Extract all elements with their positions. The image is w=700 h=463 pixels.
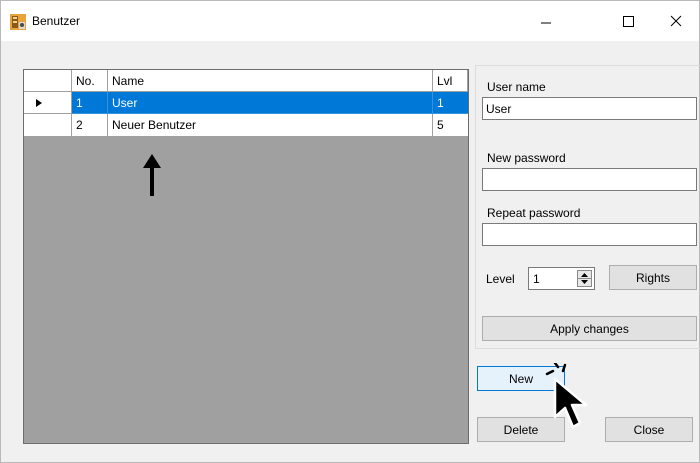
column-header-no[interactable]: No.	[72, 70, 108, 92]
repeat-password-label: Repeat password	[487, 206, 581, 220]
level-stepper[interactable]: 1	[528, 267, 595, 290]
rights-button[interactable]: Rights	[609, 265, 697, 290]
table-row[interactable]: 2 Neuer Benutzer 5	[24, 114, 468, 137]
row-indicator-icon	[36, 99, 42, 107]
maximize-icon	[623, 16, 634, 27]
row-header[interactable]	[24, 114, 72, 137]
close-button[interactable]: Close	[605, 417, 693, 442]
level-label: Level	[486, 272, 515, 286]
new-password-label: New password	[487, 151, 566, 165]
row-header[interactable]	[24, 92, 72, 114]
minimize-icon	[541, 22, 551, 24]
spin-arrows-icon	[578, 273, 591, 284]
new-password-input[interactable]	[482, 168, 697, 191]
grid-header-row: No. Name Lvl	[24, 70, 468, 92]
apply-changes-button[interactable]: Apply changes	[482, 316, 697, 341]
row-header-corner	[24, 70, 72, 92]
cell-lvl[interactable]: 5	[433, 114, 468, 137]
close-icon	[670, 15, 682, 27]
cell-lvl[interactable]: 1	[433, 92, 468, 114]
maximize-button[interactable]	[605, 1, 651, 41]
cell-name[interactable]: Neuer Benutzer	[108, 114, 433, 137]
app-icon	[10, 14, 26, 30]
arrow-up-icon	[143, 154, 161, 196]
close-window-button[interactable]	[653, 1, 699, 41]
user-name-input[interactable]: User	[482, 97, 697, 120]
minimize-button[interactable]	[523, 1, 569, 41]
users-grid[interactable]: No. Name Lvl 1 User 1 2 Neuer Benutzer 5	[23, 69, 469, 444]
level-value: 1	[533, 272, 540, 286]
cell-no[interactable]: 1	[72, 92, 108, 114]
window-title: Benutzer	[32, 14, 81, 28]
column-header-lvl[interactable]: Lvl	[433, 70, 468, 92]
cell-name[interactable]: User	[108, 92, 433, 114]
mouse-pointer-icon	[545, 363, 588, 429]
users-window: Benutzer No. Name Lvl 1 User 1 2 Neuer B…	[0, 0, 700, 463]
cell-no[interactable]: 2	[72, 114, 108, 137]
repeat-password-input[interactable]	[482, 223, 697, 246]
level-spin-buttons[interactable]	[577, 270, 592, 287]
user-name-label: User name	[487, 80, 546, 94]
table-row[interactable]: 1 User 1	[24, 92, 468, 114]
title-bar[interactable]: Benutzer	[1, 1, 699, 41]
column-header-name[interactable]: Name	[108, 70, 433, 92]
